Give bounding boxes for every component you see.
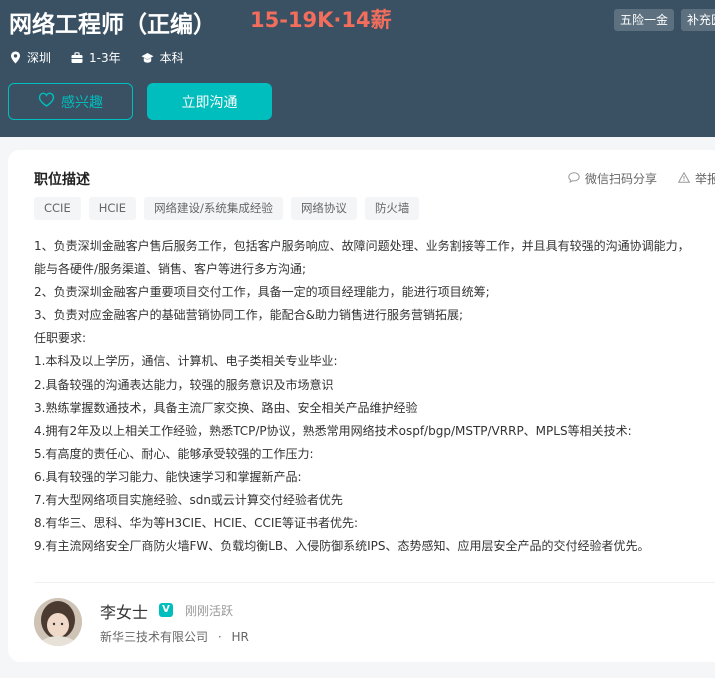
description-line: 3.熟练掌握数通技术，具备主流厂家交换、路由、安全相关产品维护经验 [34, 400, 418, 415]
warning-icon [677, 171, 691, 186]
description-line: 3、负责对应金融客户的基础营销协同工作，能配合&助力销售进行服务营销拓展; [34, 308, 464, 323]
description-line: 8.有华三、思科、华为等H3CIE、HCIE、CCIE等证书者优先: [34, 516, 359, 531]
interest-button[interactable]: 感兴趣 [8, 83, 133, 120]
job-location: 深圳 [10, 49, 51, 66]
chat-bubble-icon [568, 171, 580, 186]
job-education-text: 本科 [159, 51, 184, 65]
skill-tag: 网络协议 [290, 197, 357, 220]
job-title: 网络工程师（正编） [9, 12, 216, 38]
recruiter-status: 刚刚活跃 [185, 604, 234, 618]
skill-tag: CCIE [34, 197, 81, 220]
description-line: 6.具有较强的学习能力、能快速学习和掌握新产品: [34, 469, 302, 484]
description-line: 1.本科及以上学历，通信、计算机、电子类相关专业毕业: [34, 354, 338, 369]
job-location-text: 深圳 [27, 51, 52, 65]
section-title: 职位描述 [34, 172, 90, 188]
job-salary: 15-19K·14薪 [250, 8, 392, 32]
report-link[interactable]: 举报 [677, 170, 715, 187]
verified-badge-icon: V [159, 603, 173, 617]
job-description: 1、负责深圳金融客户售后服务工作，包括客户服务响应、故障问题处理、业务割接等工作… [34, 235, 715, 558]
recruiter-name: 李女士 [100, 603, 149, 622]
skill-tag: HCIE [88, 197, 137, 220]
skill-tags: CCIE HCIE 网络建设/系统集成经验 网络协议 防火墙 [34, 197, 420, 220]
chat-now-button-label: 立即沟通 [181, 94, 238, 111]
company-name: 新华三技术有限公司 [100, 630, 209, 644]
description-line: 5.有高度的责任心、耐心、能够承受较强的工作压力: [34, 446, 314, 461]
heart-icon [38, 92, 55, 111]
description-line: 9.有主流网络安全厂商防火墙FW、负载均衡LB、入侵防御系统IPS、态势感知、应… [34, 539, 650, 554]
share-label: 微信扫码分享 [585, 172, 658, 186]
benefit-tag: 补充医 [681, 9, 715, 31]
recruiter-company-info: 新华三技术有限公司 · HR [100, 628, 249, 645]
chat-now-button[interactable]: 立即沟通 [147, 83, 272, 120]
description-line: 7.有大型网络项目实施经验、sdn或云计算交付经验者优先 [34, 493, 343, 508]
skill-tag: 防火墙 [364, 197, 420, 220]
separator: · [217, 630, 222, 644]
skill-tag: 网络建设/系统集成经验 [144, 197, 283, 220]
description-line: 4.拥有2年及以上相关工作经验，熟悉TCP/P协议，熟悉常用网络技术ospf/b… [34, 423, 632, 438]
graduation-cap-icon [141, 52, 154, 64]
report-label: 举报 [695, 172, 715, 186]
job-meta: 深圳 1-3年 本科 [10, 49, 184, 66]
description-line: 2、负责深圳金融客户重要项目交付工作，具备一定的项目经理能力，能进行项目统筹; [34, 285, 490, 300]
wechat-share-link[interactable]: 微信扫码分享 [568, 170, 657, 187]
job-experience-text: 1-3年 [89, 51, 121, 65]
benefit-tag: 五险一金 [614, 9, 675, 31]
description-line: 1、负责深圳金融客户售后服务工作，包括客户服务响应、故障问题处理、业务割接等工作… [34, 239, 690, 253]
location-pin-icon [10, 51, 21, 64]
recruiter-role: HR [231, 630, 249, 644]
description-line: 能与各硬件/服务渠道、销售、客户等进行多方沟通; [34, 262, 307, 277]
job-education: 本科 [141, 49, 184, 66]
description-line: 任职要求: [34, 331, 87, 346]
interest-button-label: 感兴趣 [61, 94, 103, 111]
job-header: 网络工程师（正编） 15-19K·14薪 五险一金 补充医 深圳 1-3年 本科… [0, 0, 715, 137]
job-detail-card: 职位描述 微信扫码分享 举报 CCIE HCIE 网络建设/系统集成经验 网络协… [8, 150, 715, 662]
job-experience: 1-3年 [71, 49, 121, 66]
briefcase-icon [71, 51, 83, 64]
avatar[interactable] [34, 598, 82, 646]
divider [34, 582, 715, 583]
description-line: 2.具备较强的沟通表达能力，较强的服务意识及市场意识 [34, 377, 334, 392]
